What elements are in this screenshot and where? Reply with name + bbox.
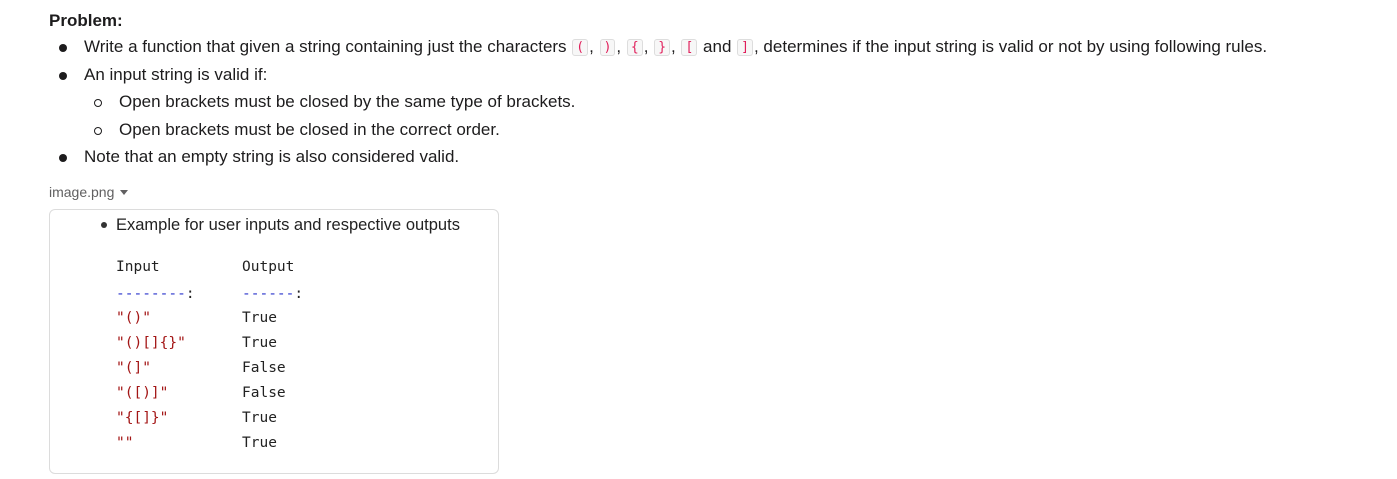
sub-bullet-circle-icon xyxy=(94,126,102,135)
table-separator-output: ------: xyxy=(242,285,303,303)
table-row-output: False xyxy=(242,360,286,376)
sub-bullet-text: Open brackets must be closed in the corr… xyxy=(119,119,500,139)
comma: , xyxy=(616,37,622,56)
table-row-input: "" xyxy=(116,435,134,451)
inline-code-char: ( xyxy=(572,39,589,56)
inline-code-char: ) xyxy=(599,39,616,56)
table-row-input: "()" xyxy=(116,310,151,326)
comma: , xyxy=(671,37,676,56)
table-row-input: "{[]}" xyxy=(116,410,169,426)
bullet-text: Write a function that given a string con… xyxy=(84,36,1267,60)
sub-bullet-circle-icon xyxy=(94,99,102,107)
problem-heading: Problem: xyxy=(49,11,123,30)
comma: , xyxy=(643,37,649,56)
image-bullet-dot-icon xyxy=(101,222,107,228)
table-header-output: Output xyxy=(242,259,295,275)
inline-code-char: ] xyxy=(737,39,753,56)
bullet-dot-icon xyxy=(59,71,67,80)
bullet-dot-icon xyxy=(59,44,67,52)
inline-code-char: [ xyxy=(681,39,698,56)
sub-bullet-text: Open brackets must be closed by the same… xyxy=(119,92,576,111)
bullet-dot-icon xyxy=(59,154,67,162)
image-bullet-text: Example for user inputs and respective o… xyxy=(116,216,460,234)
inline-code-char: { xyxy=(626,39,643,56)
table-row-output: False xyxy=(242,385,286,401)
attachment-toggle[interactable]: image.png xyxy=(49,183,129,201)
comma: , xyxy=(589,37,594,56)
bullet-text: Note that an empty string is also consid… xyxy=(84,147,460,166)
bullet-text: An input string is valid if: xyxy=(84,64,268,84)
table-row-output: True xyxy=(242,435,277,451)
attachment-image[interactable]: Example for user inputs and respective o… xyxy=(49,209,499,474)
inline-code-char: } xyxy=(654,39,671,56)
table-row-output: True xyxy=(242,335,277,351)
table-row-input: "()[]{}" xyxy=(116,335,186,351)
separator-colon: : xyxy=(185,286,195,302)
attachment-filename[interactable]: image.png xyxy=(49,183,114,201)
bullet-text-trail: , determines if the input string is vali… xyxy=(753,37,1268,56)
bullet-text-lead: Write a function that given a string con… xyxy=(84,37,567,56)
table-row-input: "([)]" xyxy=(116,385,169,401)
separator-dashes: ------ xyxy=(242,286,295,302)
table-row-output: True xyxy=(242,410,277,426)
separator-dashes: -------- xyxy=(116,286,186,302)
caret-down-icon[interactable] xyxy=(120,190,129,195)
table-header-input: Input xyxy=(116,259,160,275)
and-word: and xyxy=(703,37,732,56)
table-row-input: "(]" xyxy=(116,360,151,376)
separator-colon: : xyxy=(294,286,304,302)
table-separator-input: --------: xyxy=(116,285,195,303)
table-row-output: True xyxy=(242,310,277,326)
